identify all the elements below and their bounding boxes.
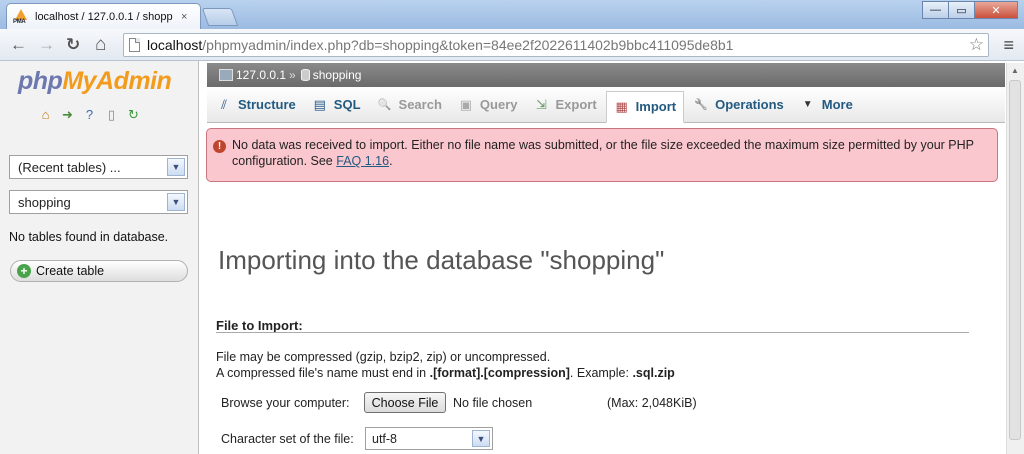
window-controls: — ▭ ✕ xyxy=(922,1,1018,19)
structure-icon: ⫽ xyxy=(221,96,227,112)
no-file-chosen-text: No file chosen xyxy=(453,396,533,410)
chevron-down-icon: ▼ xyxy=(472,430,490,447)
breadcrumb-separator: » xyxy=(289,68,296,82)
tab-operations[interactable]: 🔧 Operations xyxy=(686,90,791,120)
browser-tab[interactable]: PMA localhost / 127.0.0.1 / shopp × xyxy=(6,3,201,29)
choose-file-button[interactable]: Choose File xyxy=(364,392,446,413)
max-size-text: (Max: 2,048KiB) xyxy=(607,396,697,410)
wrench-icon: 🔧 xyxy=(694,99,708,111)
chevron-down-icon: ▼ xyxy=(802,99,813,110)
browser-titlebar: PMA localhost / 127.0.0.1 / shopp × — ▭ … xyxy=(0,0,1024,29)
divider xyxy=(216,332,969,333)
tab-title: localhost / 127.0.0.1 / shopp xyxy=(35,10,173,23)
sql-icon: ▤ xyxy=(313,96,326,112)
import-icon: ▦ xyxy=(615,98,628,114)
recent-tables-select[interactable]: (Recent tables) ... ▼ xyxy=(9,155,188,179)
file-to-import-legend: File to Import: xyxy=(216,318,303,333)
database-icon xyxy=(300,69,310,81)
home-button[interactable]: ⌂ xyxy=(95,35,106,55)
compression-description: File may be compressed (gzip, bzip2, zip… xyxy=(216,350,551,364)
browse-label: Browse your computer: xyxy=(221,396,350,410)
tab-search[interactable]: 🔍 Search xyxy=(370,90,449,120)
maximize-button[interactable]: ▭ xyxy=(948,1,975,19)
browser-toolbar: ← → ↻ ⌂ localhost/phpmyadmin/index.php?d… xyxy=(0,29,1024,61)
charset-select[interactable]: utf-8 ▼ xyxy=(365,427,493,450)
charset-label: Character set of the file: xyxy=(221,432,354,446)
back-button[interactable]: ← xyxy=(10,35,27,55)
window-close-button[interactable]: ✕ xyxy=(974,1,1018,19)
breadcrumb-database[interactable]: shopping xyxy=(313,68,362,82)
database-select[interactable]: shopping ▼ xyxy=(9,190,188,214)
compression-example: A compressed file's name must end in .[f… xyxy=(216,366,675,380)
page-icon xyxy=(129,38,140,52)
scrollbar-thumb[interactable] xyxy=(1009,80,1021,440)
phpmyadmin-logo[interactable]: phpMyAdmin xyxy=(18,67,172,96)
chevron-down-icon: ▼ xyxy=(167,158,185,176)
quick-links: ⌂ ➜ ? ▯ ↻ xyxy=(38,107,141,122)
bookmark-star-icon[interactable]: ☆ xyxy=(969,35,984,55)
export-icon: ⇲ xyxy=(536,96,547,112)
home-icon[interactable]: ⌂ xyxy=(38,107,53,122)
tab-sql[interactable]: ▤ SQL xyxy=(305,90,368,120)
faq-link[interactable]: FAQ 1.16 xyxy=(336,154,389,168)
page-title: Importing into the database "shopping" xyxy=(218,245,665,275)
plus-icon: + xyxy=(17,264,31,278)
tab-more[interactable]: ▼ More xyxy=(793,90,860,120)
create-table-button[interactable]: + Create table xyxy=(10,260,188,282)
server-icon xyxy=(219,69,233,81)
logout-icon[interactable]: ➜ xyxy=(60,107,75,122)
tab-structure[interactable]: ⫽ Structure xyxy=(209,90,303,120)
tab-import[interactable]: ▦ Import xyxy=(605,90,685,123)
breadcrumb: 127.0.0.1 » shopping xyxy=(207,63,1005,87)
new-tab-button[interactable] xyxy=(201,8,239,26)
no-tables-message: No tables found in database. xyxy=(9,230,169,244)
tab-export[interactable]: ⇲ Export xyxy=(526,90,603,120)
scroll-up-icon[interactable]: ▲ xyxy=(1008,66,1022,78)
refresh-icon[interactable]: ↻ xyxy=(126,107,141,122)
help-icon[interactable]: ? xyxy=(82,107,97,122)
search-icon: 🔍 xyxy=(377,99,392,111)
top-menu-tabs: ⫽ Structure ▤ SQL 🔍 Search ▣ Query ⇲ Export ▦… xyxy=(207,87,1005,123)
chevron-down-icon: ▼ xyxy=(167,193,185,211)
url-path: /phpmyadmin/index.php?db=shopping&token=… xyxy=(202,37,734,53)
breadcrumb-server[interactable]: 127.0.0.1 xyxy=(236,68,286,82)
forward-button[interactable]: → xyxy=(38,35,55,55)
error-message: ! No data was received to import. Either… xyxy=(206,128,998,182)
minimize-button[interactable]: — xyxy=(922,1,949,19)
query-icon: ▣ xyxy=(459,96,473,112)
tab-query[interactable]: ▣ Query xyxy=(451,90,525,120)
address-bar[interactable]: localhost/phpmyadmin/index.php?db=shoppi… xyxy=(123,33,989,57)
url-host: localhost xyxy=(147,37,203,53)
navigation-panel: phpMyAdmin ⌂ ➜ ? ▯ ↻ (Recent tables) ...… xyxy=(0,61,199,454)
reload-button[interactable]: ↻ xyxy=(66,35,80,55)
menu-icon[interactable]: ≡ xyxy=(1003,35,1014,56)
pma-favicon-icon: PMA xyxy=(13,8,31,25)
docs-icon[interactable]: ▯ xyxy=(104,107,119,122)
close-icon[interactable]: × xyxy=(181,11,187,23)
error-icon: ! xyxy=(213,140,226,153)
